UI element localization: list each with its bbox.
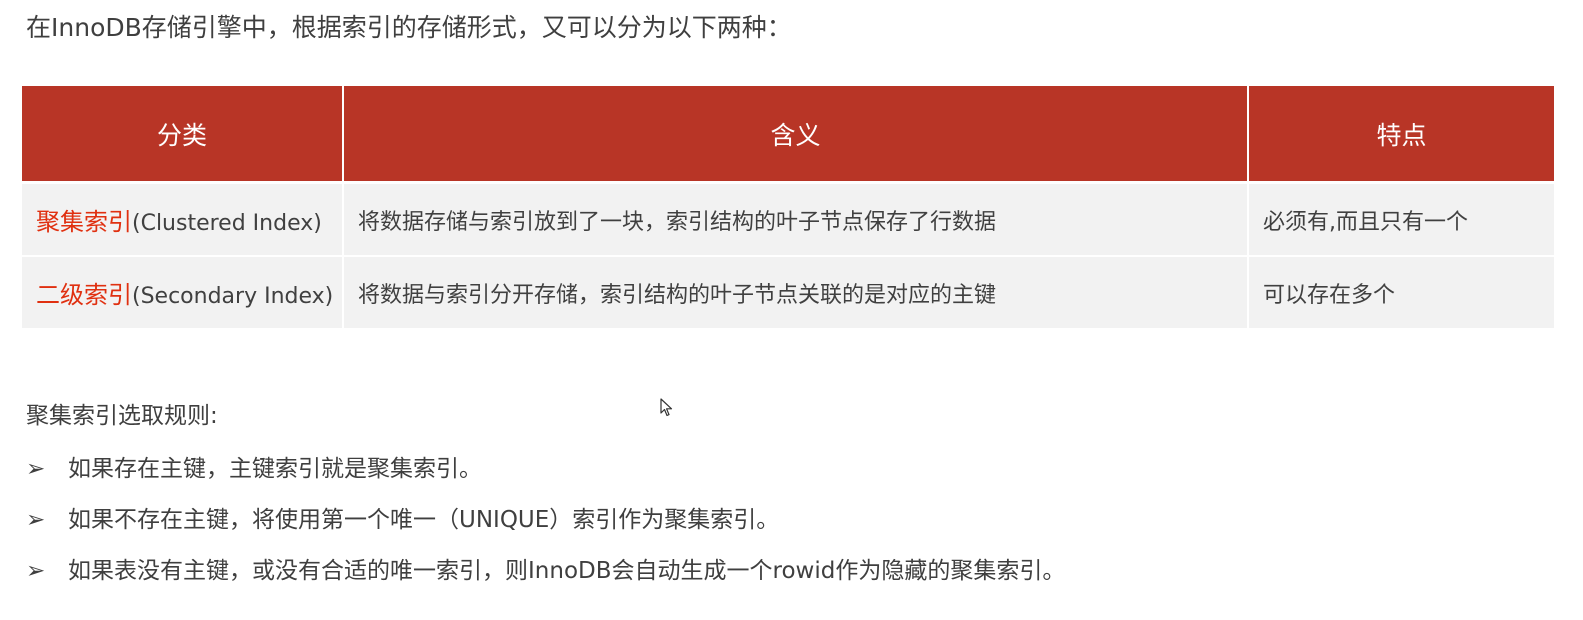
- rules-title: 聚集索引选取规则:: [26, 403, 218, 429]
- table-header-row: 分类 含义 特点: [22, 86, 1554, 184]
- meaning-cell: 将数据存储与索引放到了一块，索引结构的叶子节点保存了行数据: [342, 181, 1248, 256]
- index-name: 二级索引: [36, 281, 132, 309]
- rule-item: ➢ 如果存在主键，主键索引就是聚集索引。: [26, 449, 482, 483]
- category-cell: 二级索引(Secondary Index): [22, 255, 343, 328]
- index-name-en: (Secondary Index): [132, 284, 334, 309]
- meaning-cell: 将数据与索引分开存储，索引结构的叶子节点关联的是对应的主键: [342, 255, 1248, 328]
- feature-cell: 必须有,而且只有一个: [1247, 181, 1554, 256]
- header-category: 分类: [22, 86, 343, 184]
- table-row: 聚集索引(Clustered Index) 将数据存储与索引放到了一块，索引结构…: [22, 181, 1554, 256]
- rule-text: 如果表没有主键，或没有合适的唯一索引，则InnoDB会自动生成一个rowid作为…: [68, 558, 1066, 584]
- rule-text: 如果不存在主键，将使用第一个唯一（UNIQUE）索引作为聚集索引。: [68, 507, 780, 533]
- header-feature: 特点: [1247, 86, 1554, 184]
- feature-cell: 可以存在多个: [1247, 255, 1554, 328]
- mouse-cursor-icon: [660, 398, 673, 417]
- arrow-bullet-icon: ➢: [26, 558, 46, 584]
- arrow-bullet-icon: ➢: [26, 456, 46, 482]
- index-name: 聚集索引: [36, 208, 132, 236]
- rule-item: ➢ 如果不存在主键，将使用第一个唯一（UNIQUE）索引作为聚集索引。: [26, 500, 779, 534]
- index-name-en: (Clustered Index): [132, 211, 322, 236]
- header-meaning: 含义: [342, 86, 1248, 184]
- intro-text: 在InnoDB存储引擎中，根据索引的存储形式，又可以分为以下两种：: [26, 13, 792, 42]
- rule-text: 如果存在主键，主键索引就是聚集索引。: [68, 456, 482, 482]
- arrow-bullet-icon: ➢: [26, 507, 46, 533]
- rule-item: ➢ 如果表没有主键，或没有合适的唯一索引，则InnoDB会自动生成一个rowid作…: [26, 551, 1065, 585]
- category-cell: 聚集索引(Clustered Index): [22, 181, 343, 256]
- table-row: 二级索引(Secondary Index) 将数据与索引分开存储，索引结构的叶子…: [22, 255, 1554, 328]
- index-types-table: 分类 含义 特点 聚集索引(Clustered Index) 将数据存储与索引放…: [22, 86, 1554, 328]
